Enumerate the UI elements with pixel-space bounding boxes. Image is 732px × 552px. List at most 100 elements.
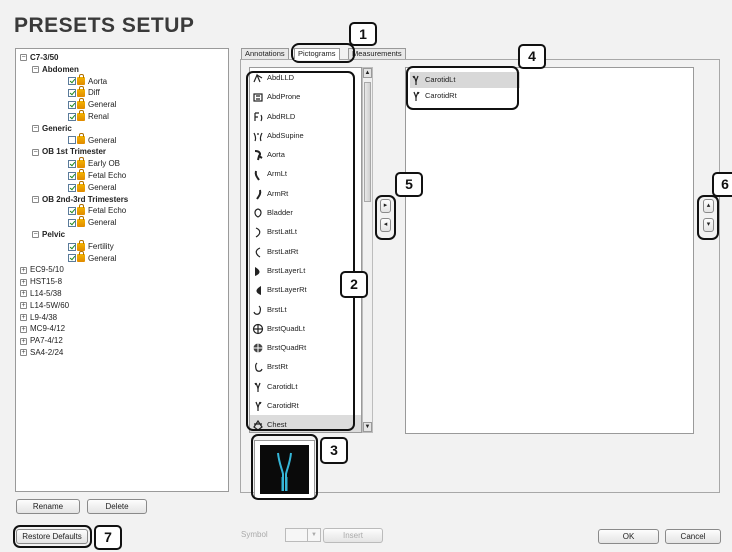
lock-icon bbox=[77, 168, 85, 180]
preset-checkbox[interactable] bbox=[68, 254, 76, 263]
tree-item[interactable]: Fertility bbox=[16, 239, 228, 253]
collapse-icon[interactable]: − bbox=[32, 195, 39, 203]
tree-item[interactable]: − Generic bbox=[16, 123, 228, 135]
scroll-up-arrow[interactable]: ▲ bbox=[363, 68, 372, 78]
ok-button[interactable]: OK bbox=[598, 529, 659, 544]
tab-annotations[interactable]: Annotations bbox=[241, 48, 289, 59]
tree-item-label: Pelvic bbox=[42, 229, 66, 239]
tab-measurements[interactable]: Measurements bbox=[348, 48, 406, 59]
pictogram-list-scrollbar[interactable]: ▲ ▼ bbox=[362, 67, 373, 433]
scroll-thumb[interactable] bbox=[364, 82, 371, 202]
lock-icon bbox=[77, 109, 85, 121]
lock-icon bbox=[77, 251, 85, 263]
tree-item-label: Renal bbox=[88, 111, 109, 121]
tree-item-label: L14-5/38 bbox=[30, 288, 62, 298]
tree-item[interactable]: Early OB bbox=[16, 157, 228, 170]
tree-item[interactable]: General bbox=[16, 216, 228, 229]
lock-icon bbox=[77, 98, 85, 110]
tree-item-label: Generic bbox=[42, 123, 72, 133]
lock-icon bbox=[77, 133, 85, 145]
tree-item-label: Fertility bbox=[88, 241, 114, 251]
preset-checkbox[interactable] bbox=[68, 207, 76, 216]
scroll-down-arrow[interactable]: ▼ bbox=[363, 422, 372, 432]
delete-button[interactable]: Delete bbox=[87, 499, 147, 514]
expand-icon[interactable]: + bbox=[20, 290, 27, 298]
tree-item[interactable]: General bbox=[16, 98, 228, 111]
tree-item-label: General bbox=[88, 100, 117, 110]
tree-item[interactable]: + MC9-4/12 bbox=[16, 323, 228, 335]
tree-item-label: HST15-8 bbox=[30, 277, 63, 287]
preset-checkbox[interactable] bbox=[68, 136, 76, 145]
preset-checkbox[interactable] bbox=[68, 242, 76, 251]
selected-list-highlight bbox=[406, 66, 519, 110]
tree-item[interactable]: − OB 2nd-3rd Trimesters bbox=[16, 194, 228, 206]
tree-item[interactable]: − OB 1st Trimester bbox=[16, 146, 228, 158]
expand-icon[interactable]: + bbox=[20, 278, 27, 286]
tree-item-label: General bbox=[88, 253, 117, 263]
insert-button[interactable]: Insert bbox=[323, 528, 383, 543]
tree-item[interactable]: General bbox=[16, 180, 228, 194]
preset-tree[interactable]: − C7-3/50− Abdomen Aorta Diff General Renal − Ge… bbox=[15, 48, 229, 492]
preset-checkbox[interactable] bbox=[68, 219, 76, 228]
tree-item-label: L9-4/38 bbox=[30, 312, 58, 322]
tree-item-label: Fetal Echo bbox=[88, 170, 127, 180]
tree-item-label: Early OB bbox=[88, 159, 121, 169]
preset-checkbox[interactable] bbox=[68, 112, 76, 121]
expand-icon[interactable]: + bbox=[20, 266, 27, 274]
tree-item[interactable]: + L9-4/38 bbox=[16, 312, 228, 324]
collapse-icon[interactable]: − bbox=[32, 231, 39, 239]
collapse-icon[interactable]: − bbox=[32, 148, 39, 156]
move-buttons-highlight bbox=[375, 195, 396, 240]
tree-item[interactable]: Fetal Echo bbox=[16, 168, 228, 182]
lock-icon bbox=[77, 180, 85, 192]
tree-item[interactable]: + L14-5W/60 bbox=[16, 300, 228, 312]
tree-item[interactable]: − Abdomen bbox=[16, 64, 228, 76]
preset-checkbox[interactable] bbox=[68, 183, 76, 192]
lock-icon bbox=[77, 157, 85, 169]
tree-item-label: C7-3/50 bbox=[30, 53, 59, 62]
preset-checkbox[interactable] bbox=[68, 160, 76, 169]
lock-icon bbox=[77, 74, 85, 86]
tree-item[interactable]: + EC9-5/10 bbox=[16, 264, 228, 276]
rename-button[interactable]: Rename bbox=[16, 499, 80, 514]
expand-icon[interactable]: + bbox=[20, 337, 27, 345]
pictogram-list-highlight bbox=[246, 71, 355, 431]
collapse-icon[interactable]: − bbox=[32, 125, 39, 133]
page-title: PRESETS SETUP bbox=[14, 14, 195, 37]
callout-7: 7 bbox=[94, 525, 122, 550]
tree-item[interactable]: + HST15-8 bbox=[16, 276, 228, 288]
tree-item[interactable]: General bbox=[16, 251, 228, 265]
expand-icon[interactable]: + bbox=[20, 349, 27, 357]
expand-icon[interactable]: + bbox=[20, 302, 27, 310]
tree-item-label: EC9-5/10 bbox=[30, 265, 64, 275]
tab-pictograms[interactable]: Pictograms bbox=[294, 48, 340, 60]
selected-pictograms-list[interactable]: CarotidLt CarotidRt bbox=[405, 67, 694, 434]
chevron-down-icon: ▼ bbox=[307, 529, 320, 541]
tree-item[interactable]: General bbox=[16, 133, 228, 147]
preset-checkbox[interactable] bbox=[68, 77, 76, 86]
collapse-icon[interactable]: − bbox=[32, 66, 39, 74]
expand-icon[interactable]: + bbox=[20, 325, 27, 333]
tree-item[interactable]: − Pelvic bbox=[16, 229, 228, 241]
tree-item[interactable]: Aorta bbox=[16, 74, 228, 88]
collapse-icon[interactable]: − bbox=[20, 54, 27, 62]
tree-item[interactable]: + PA7-4/12 bbox=[16, 335, 228, 347]
tree-item-label: MC9-4/12 bbox=[30, 324, 66, 334]
tree-item[interactable]: Diff bbox=[16, 86, 228, 99]
preset-checkbox[interactable] bbox=[68, 171, 76, 180]
tree-item[interactable]: − C7-3/50 bbox=[16, 52, 228, 64]
preset-checkbox[interactable] bbox=[68, 89, 76, 98]
callout-3: 3 bbox=[320, 437, 348, 464]
tree-item-label: General bbox=[88, 218, 117, 228]
expand-icon[interactable]: + bbox=[20, 313, 27, 321]
tree-item-label: OB 2nd-3rd Trimesters bbox=[42, 194, 129, 204]
tree-item[interactable]: Renal bbox=[16, 109, 228, 123]
symbol-select[interactable]: ▼ bbox=[285, 528, 321, 542]
cancel-button[interactable]: Cancel bbox=[665, 529, 721, 544]
tree-item[interactable]: + L14-5/38 bbox=[16, 288, 228, 300]
tree-item[interactable]: Fetal Echo bbox=[16, 204, 228, 217]
tree-item-label: General bbox=[88, 135, 117, 145]
preset-checkbox[interactable] bbox=[68, 101, 76, 110]
tree-item[interactable]: + SA4-2/24 bbox=[16, 347, 228, 359]
tree-item-label: OB 1st Trimester bbox=[42, 147, 107, 157]
